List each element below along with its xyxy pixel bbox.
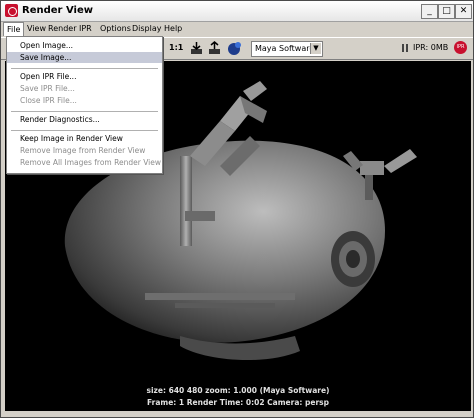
menu-item-keep-image[interactable]: Keep Image in Render View <box>7 133 162 144</box>
ipr-memory-label: IPR: 0MB <box>413 43 449 52</box>
menu-item-save-ipr: Save IPR File... <box>20 84 75 93</box>
real-size-button[interactable]: 1:1 <box>169 43 183 52</box>
menu-separator <box>11 130 158 131</box>
menu-item-close-ipr: Close IPR File... <box>20 96 77 105</box>
menu-item-save-image[interactable]: Save Image... <box>7 52 162 63</box>
menu-file[interactable]: File <box>3 22 25 36</box>
minimize-button[interactable]: _ <box>421 4 438 19</box>
menu-item-open-image[interactable]: Open Image... <box>7 40 162 51</box>
render-view-window: Render View _ □ ✕ File View Render IPR O… <box>0 0 474 418</box>
remove-image-icon[interactable] <box>207 41 222 56</box>
maya-app-icon <box>5 4 18 17</box>
menu-ipr[interactable]: IPR <box>76 22 95 36</box>
window-title: Render View <box>22 5 93 16</box>
menu-render[interactable]: Render <box>45 22 79 36</box>
menu-bar: File View Render IPR Options Display Hel… <box>1 22 473 36</box>
status-line-size: size: 640 480 zoom: 1.000 (Maya Software… <box>147 386 330 395</box>
status-line-frame: Frame: 1 Render Time: 0:02 Camera: persp <box>147 398 330 407</box>
file-menu-dropdown: Open Image... Save Image... Open IPR Fil… <box>6 36 163 174</box>
close-button[interactable]: ✕ <box>455 4 472 19</box>
title-bar[interactable]: Render View _ □ ✕ <box>1 1 473 22</box>
menu-item-remove-all-images: Remove All Images from Render View <box>20 158 162 167</box>
chevron-down-icon[interactable]: ▼ <box>310 43 321 54</box>
keep-image-icon[interactable] <box>189 41 204 56</box>
menu-display[interactable]: Display <box>129 22 165 36</box>
ipr-render-button[interactable]: IPR <box>454 41 467 54</box>
pause-ipr-icon[interactable] <box>402 44 409 52</box>
menu-item-remove-image: Remove Image from Render View <box>20 146 146 155</box>
maximize-button[interactable]: □ <box>438 4 455 19</box>
menu-item-open-ipr[interactable]: Open IPR File... <box>7 71 162 82</box>
menu-separator <box>11 68 158 69</box>
menu-item-render-diagnostics[interactable]: Render Diagnostics... <box>7 114 162 125</box>
menu-separator <box>11 111 158 112</box>
renderer-value: Maya Software <box>255 44 315 53</box>
menu-help[interactable]: Help <box>161 22 185 36</box>
renderer-dropdown[interactable]: Maya Software ▼ <box>251 41 323 57</box>
display-rgb-icon[interactable] <box>227 41 242 56</box>
